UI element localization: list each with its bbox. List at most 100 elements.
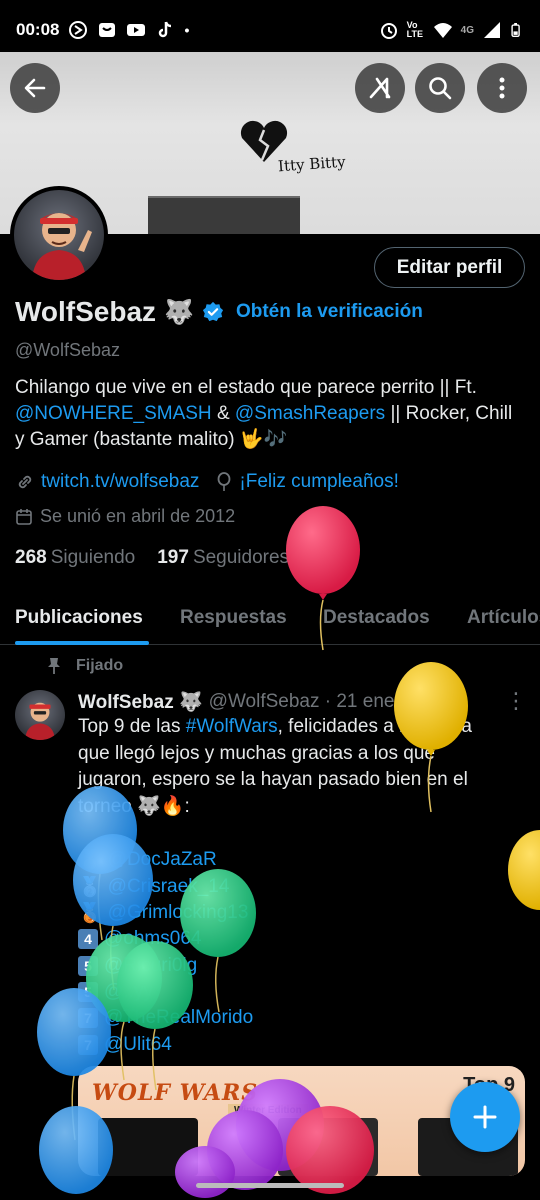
search-icon (429, 77, 452, 100)
pinned-label: Fijado (76, 657, 124, 674)
post-hashtag[interactable]: #WolfWars (186, 716, 278, 737)
profile-meta-row: twitch.tv/wolfsebaz ¡Feliz cumpleaños! (15, 471, 399, 493)
status-time: 00:08 (16, 20, 60, 39)
bio-text-3: y Gamer (bastante malito) 🤟🎶 (15, 429, 288, 450)
volte-label: Vo LTE (406, 20, 423, 39)
shopping-bag-icon (99, 23, 116, 37)
bio-mention-nowhere[interactable]: @NOWHERE_SMASH (15, 403, 212, 424)
birthday-link[interactable]: ¡Feliz cumpleaños! (239, 471, 398, 493)
mention-handle[interactable]: @Ricuri0lg (104, 955, 197, 977)
grok-icon (369, 77, 391, 99)
mention-handle[interactable]: @..yy (104, 981, 153, 1003)
tab-replies[interactable]: Respuestas (180, 607, 287, 629)
notification-dot-icon: • (184, 22, 190, 38)
rank-emoji: 🥈 (78, 877, 102, 898)
image-character-frame (278, 1118, 378, 1176)
profile-name-row: WolfSebaz 🐺 Obtén la verificación (15, 296, 423, 328)
bio-text-2: || Rocker, Chill (390, 403, 513, 424)
mention-handle[interactable]: @Ulit64 (104, 1034, 172, 1056)
verified-badge-icon[interactable] (202, 301, 224, 323)
mention-item[interactable]: 4 @ohms064 (78, 928, 201, 950)
website-link[interactable]: twitch.tv/wolfsebaz (41, 471, 199, 493)
tiktok-icon (159, 21, 172, 38)
banner-signature: Itty Bitty (277, 152, 347, 176)
image-character-frame (98, 1118, 198, 1176)
mention-item[interactable]: 🥈 @Crisraek_14 (78, 875, 229, 899)
plus-icon (473, 1105, 497, 1129)
more-vertical-icon (499, 77, 505, 99)
mention-item[interactable]: 🥉 @Grimlocking13 (78, 901, 248, 925)
edit-profile-button[interactable]: Editar perfil (374, 247, 525, 288)
rank-badge: 4 (78, 929, 98, 949)
mention-item[interactable]: 7 @TheRealMorido (78, 1007, 253, 1029)
mention-handle[interactable]: @Crisraek_14 (108, 876, 230, 898)
tab-posts[interactable]: Publicaciones (15, 607, 143, 629)
followers-link[interactable]: 197 Seguidores (157, 547, 289, 569)
pin-icon (48, 658, 60, 674)
post-text-2: que llegó lejos y muchas gracias a los q… (78, 742, 435, 764)
mention-handle[interactable]: @ohms064 (104, 928, 201, 950)
network-label: 4G (460, 24, 474, 36)
following-count: 268 (15, 547, 47, 568)
post-more-icon[interactable]: ⋮ (505, 690, 527, 712)
mention-item[interactable]: 🥇 @DocJaZaR (78, 848, 217, 872)
calendar-icon (16, 508, 32, 525)
post-text-3: jugaron, espero se la hayan pasado bien … (78, 769, 468, 790)
post-handle-time: @WolfSebaz · 21 ene (208, 691, 395, 712)
image-title: WOLF WARS (92, 1080, 259, 1106)
mention-handle[interactable]: @TheRealMorido (104, 1007, 253, 1029)
bio-amp: & (216, 403, 230, 424)
balloon-yellow (508, 830, 540, 910)
grok-button[interactable] (355, 63, 405, 113)
profile-handle: @WolfSebaz (15, 340, 120, 360)
post-author-name[interactable]: WolfSebaz 🐺 (78, 690, 203, 714)
arrow-left-icon (24, 78, 46, 98)
status-bar: 00:08 • Vo LTE 4G (0, 0, 540, 60)
bio-mention-smashreapers[interactable]: @SmashReapers (235, 403, 385, 424)
rank-emoji: 🥉 (78, 903, 102, 924)
link-icon (18, 475, 32, 489)
post-text-4: torneo 🐺🔥: (78, 795, 190, 817)
back-button[interactable] (10, 63, 60, 113)
tab-articles[interactable]: Artículos (467, 607, 540, 629)
profile-tabs: Publicaciones Respuestas Destacados Artí… (0, 595, 540, 645)
followers-count: 197 (157, 547, 189, 568)
tab-highlights[interactable]: Destacados (323, 607, 430, 629)
rank-badge: 5 (78, 982, 98, 1002)
follow-counts: 268 Siguiendo 197 Seguidores (15, 547, 289, 569)
rank-badge: 5 (78, 956, 98, 976)
search-button[interactable] (415, 63, 465, 113)
circle-arrow-icon (69, 21, 88, 39)
active-tab-indicator (15, 641, 149, 645)
alarm-icon (380, 23, 397, 39)
post-text: Top 9 de las #WolfWars, felicidades a la… (78, 714, 518, 820)
signal-icon (484, 22, 500, 38)
balloon-icon (218, 472, 231, 491)
mention-item[interactable]: 5 @Ricuri0lg (78, 955, 197, 977)
get-verified-link[interactable]: Obtén la verificación (236, 301, 423, 323)
avatar-illustration-small (25, 702, 55, 740)
compose-post-button[interactable] (450, 1082, 520, 1152)
mention-handle[interactable]: @DocJaZaR (108, 849, 217, 871)
profile-avatar[interactable] (10, 186, 108, 284)
following-link[interactable]: 268 Siguiendo (15, 547, 135, 569)
post-text-1b: , felicidades a la banda (277, 716, 472, 737)
battery-icon (511, 23, 520, 37)
wifi-icon (433, 23, 452, 38)
banner-wall (148, 198, 300, 234)
more-button[interactable] (477, 63, 527, 113)
avatar-illustration (32, 213, 92, 280)
post-header: WolfSebaz 🐺 @WolfSebaz · 21 ene (78, 690, 394, 714)
post-author-avatar[interactable] (15, 690, 65, 740)
name-emoji: 🐺 (164, 298, 194, 326)
following-label: Siguiendo (50, 547, 136, 568)
mention-handle[interactable]: @Grimlocking13 (108, 902, 249, 924)
youtube-icon (127, 24, 146, 36)
home-indicator[interactable] (196, 1183, 344, 1188)
joined-row: Se unió en abril de 2012 (15, 506, 235, 527)
followers-label: Seguidores (192, 547, 290, 568)
mention-item[interactable]: 7 @Ulit64 (78, 1034, 172, 1056)
rank-emoji: 🥇 (78, 850, 102, 871)
mention-item[interactable]: 5 @..yy (78, 981, 153, 1003)
image-subtitle: Winter Edition (228, 1104, 308, 1117)
